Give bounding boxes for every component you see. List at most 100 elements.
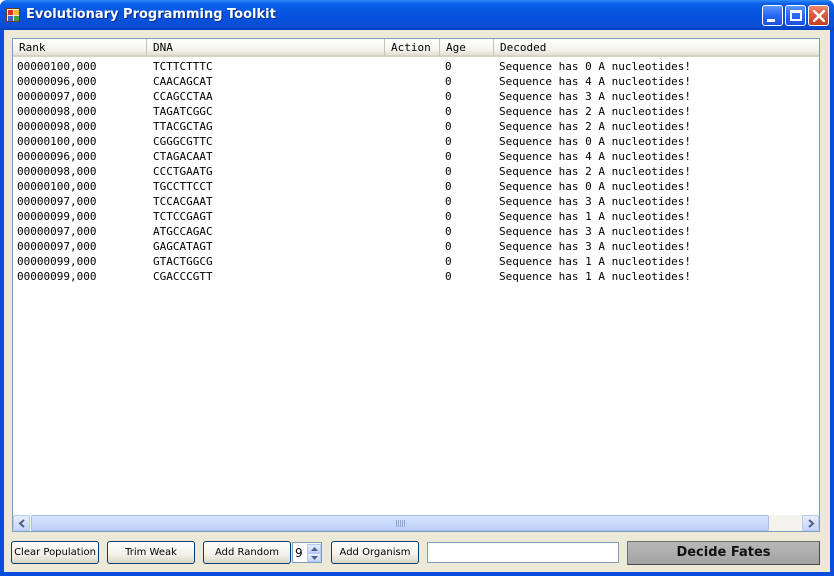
cell-rank: 00000099,000	[17, 255, 97, 268]
cell-decoded: Sequence has 1 A nucleotides!	[499, 255, 692, 268]
cell-decoded: Sequence has 1 A nucleotides!	[499, 210, 692, 223]
cell-age: 0	[445, 60, 452, 73]
maximize-button[interactable]	[785, 5, 806, 26]
cell-decoded: Sequence has 2 A nucleotides!	[499, 120, 692, 133]
cell-decoded: Sequence has 0 A nucleotides!	[499, 135, 692, 148]
window-title: Evolutionary Programming Toolkit	[26, 7, 276, 22]
cell-decoded: Sequence has 3 A nucleotides!	[499, 90, 692, 103]
table-row[interactable]: 00000099,000 CGACCCGTT 0 Sequence has 1 A n…	[13, 269, 819, 284]
table-row[interactable]: 00000096,000 CTAGACAAT 0 Sequence has 4 A n…	[13, 149, 819, 164]
cell-decoded: Sequence has 2 A nucleotides!	[499, 105, 692, 118]
table-row[interactable]: 00000099,000 TCTCCGAGT 0 Sequence has 1 A n…	[13, 209, 819, 224]
maximize-icon	[790, 10, 802, 21]
random-count-stepper[interactable]: 9	[292, 542, 322, 563]
cell-dna: TCTTCTTTC	[153, 60, 213, 73]
close-icon	[813, 10, 825, 22]
horizontal-scrollbar[interactable]	[13, 515, 819, 531]
app-icon[interactable]	[6, 8, 20, 22]
cell-dna: CCCTGAATG	[153, 165, 213, 178]
cell-dna: CAACAGCAT	[153, 75, 213, 88]
column-header-action[interactable]: Action	[385, 39, 440, 56]
step-up-button[interactable]	[307, 544, 321, 553]
cell-age: 0	[445, 195, 452, 208]
column-header-age[interactable]: Age	[440, 39, 494, 56]
cell-age: 0	[445, 75, 452, 88]
cell-rank: 00000097,000	[17, 225, 97, 238]
title-bar[interactable]: Evolutionary Programming Toolkit	[0, 0, 834, 30]
add-random-button[interactable]: Add Random	[203, 541, 291, 564]
cell-rank: 00000097,000	[17, 90, 97, 103]
clear-population-button[interactable]: Clear Population	[11, 541, 99, 564]
random-count-value[interactable]: 9	[295, 545, 303, 561]
cell-dna: ATGCCAGAC	[153, 225, 213, 238]
cell-age: 0	[445, 225, 452, 238]
cell-decoded: Sequence has 0 A nucleotides!	[499, 60, 692, 73]
table-row[interactable]: 00000100,000 TCTTCTTTC 0 Sequence has 0 A n…	[13, 59, 819, 74]
cell-dna: CCAGCCTAA	[153, 90, 213, 103]
table-row[interactable]: 00000097,000 GAGCATAGT 0 Sequence has 3 A n…	[13, 239, 819, 254]
cell-dna: CGACCCGTT	[153, 270, 213, 283]
cell-decoded: Sequence has 4 A nucleotides!	[499, 75, 692, 88]
cell-dna: CTAGACAAT	[153, 150, 213, 163]
cell-dna: GTACTGGCG	[153, 255, 213, 268]
cell-rank: 00000097,000	[17, 240, 97, 253]
cell-rank: 00000100,000	[17, 135, 97, 148]
cell-rank: 00000097,000	[17, 195, 97, 208]
cell-decoded: Sequence has 0 A nucleotides!	[499, 180, 692, 193]
cell-rank: 00000099,000	[17, 210, 97, 223]
cell-rank: 00000098,000	[17, 120, 97, 133]
minimize-icon	[767, 19, 775, 22]
cell-rank: 00000099,000	[17, 270, 97, 283]
grip-icon	[396, 520, 405, 527]
table-row[interactable]: 00000098,000 CCCTGAATG 0 Sequence has 2 A n…	[13, 164, 819, 179]
cell-age: 0	[445, 135, 452, 148]
cell-dna: TGCCTTCCT	[153, 180, 213, 193]
cell-decoded: Sequence has 1 A nucleotides!	[499, 270, 692, 283]
table-row[interactable]: 00000100,000 TGCCTTCCT 0 Sequence has 0 A n…	[13, 179, 819, 194]
cell-rank: 00000100,000	[17, 180, 97, 193]
cell-decoded: Sequence has 3 A nucleotides!	[499, 225, 692, 238]
table-row[interactable]: 00000097,000 TCCACGAAT 0 Sequence has 3 A n…	[13, 194, 819, 209]
decide-fates-button[interactable]: Decide Fates	[627, 541, 820, 565]
chevron-right-icon	[808, 519, 815, 528]
column-header-rank[interactable]: Rank	[13, 39, 147, 56]
cell-dna: TTACGCTAG	[153, 120, 213, 133]
scroll-left-button[interactable]	[13, 515, 30, 531]
chevron-left-icon	[18, 519, 25, 528]
scroll-thumb[interactable]	[31, 515, 769, 531]
minimize-button[interactable]	[762, 5, 783, 26]
cell-rank: 00000100,000	[17, 60, 97, 73]
table-row[interactable]: 00000097,000 CCAGCCTAA 0 Sequence has 3 A n…	[13, 89, 819, 104]
cell-rank: 00000098,000	[17, 105, 97, 118]
add-organism-button[interactable]: Add Organism	[331, 541, 419, 564]
table-row[interactable]: 00000099,000 GTACTGGCG 0 Sequence has 1 A n…	[13, 254, 819, 269]
cell-rank: 00000096,000	[17, 75, 97, 88]
scroll-right-button[interactable]	[802, 515, 819, 531]
table-row[interactable]: 00000097,000 ATGCCAGAC 0 Sequence has 3 A n…	[13, 224, 819, 239]
cell-age: 0	[445, 255, 452, 268]
cell-age: 0	[445, 240, 452, 253]
population-list[interactable]: Rank DNA Action Age Decoded 00000100,000…	[12, 38, 820, 532]
chevron-down-icon	[311, 556, 318, 560]
step-down-button[interactable]	[307, 553, 321, 562]
app-window: Evolutionary Programming Toolkit Rank DN…	[0, 0, 834, 576]
table-row[interactable]: 00000098,000 TAGATCGGC 0 Sequence has 2 A n…	[13, 104, 819, 119]
table-row[interactable]: 00000096,000 CAACAGCAT 0 Sequence has 4 A n…	[13, 74, 819, 89]
close-button[interactable]	[808, 5, 829, 26]
column-header-decoded[interactable]: Decoded	[494, 39, 819, 56]
cell-age: 0	[445, 270, 452, 283]
cell-dna: TCCACGAAT	[153, 195, 213, 208]
table-row[interactable]: 00000098,000 TTACGCTAG 0 Sequence has 2 A n…	[13, 119, 819, 134]
cell-age: 0	[445, 210, 452, 223]
cell-rank: 00000096,000	[17, 150, 97, 163]
list-rows: 00000100,000 TCTTCTTTC 0 Sequence has 0 A n…	[13, 59, 819, 284]
trim-weak-button[interactable]: Trim Weak	[107, 541, 195, 564]
organism-input[interactable]	[427, 542, 619, 563]
cell-age: 0	[445, 150, 452, 163]
column-header-dna[interactable]: DNA	[147, 39, 385, 56]
cell-decoded: Sequence has 3 A nucleotides!	[499, 195, 692, 208]
cell-dna: CGGGCGTTC	[153, 135, 213, 148]
cell-dna: TCTCCGAGT	[153, 210, 213, 223]
cell-rank: 00000098,000	[17, 165, 97, 178]
table-row[interactable]: 00000100,000 CGGGCGTTC 0 Sequence has 0 A n…	[13, 134, 819, 149]
